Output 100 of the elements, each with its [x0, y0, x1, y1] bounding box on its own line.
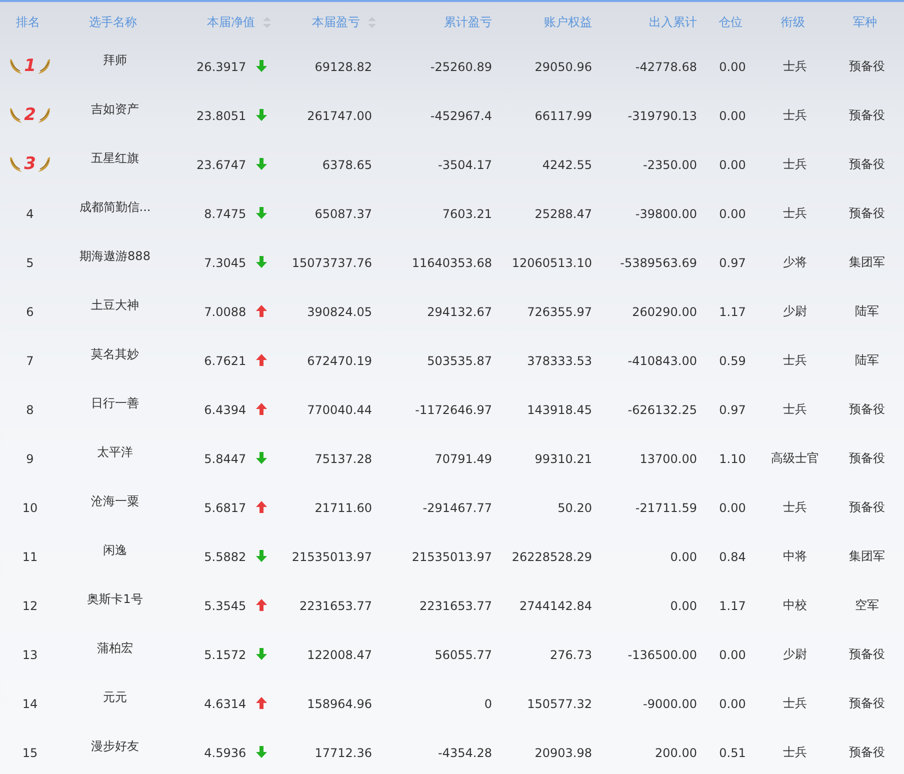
table-cell: 770040.44: [307, 402, 372, 416]
table-cell: 23.6747: [196, 158, 246, 172]
table-cell: 0.00: [719, 648, 746, 662]
table-cell: 少尉: [783, 304, 807, 318]
rank-number: 9: [26, 452, 34, 466]
sort-icon[interactable]: [263, 16, 271, 28]
table-cell: 65087.37: [314, 206, 372, 220]
player-name: 土豆大神: [91, 298, 139, 312]
table-cell: -410843.00: [628, 354, 697, 368]
table-cell: 99310.21: [534, 452, 592, 466]
table-cell: 士兵: [783, 500, 807, 514]
table-cell: 158964.96: [307, 696, 372, 710]
table-cell: 13700.00: [640, 452, 697, 466]
laurel-icon: [36, 154, 51, 172]
column-header: 仓位: [718, 14, 743, 28]
table-cell: 6.7621: [204, 354, 246, 368]
table-cell: 503535.87: [427, 354, 492, 368]
table-cell: 少将: [783, 255, 807, 269]
table-cell: 预备役: [849, 647, 885, 661]
table-cell: 空军: [855, 598, 879, 612]
rank-number: 12: [22, 598, 38, 612]
table-cell: -452967.4: [430, 108, 492, 122]
table-cell: 4.6314: [204, 696, 246, 710]
laurel-icon: [9, 154, 24, 172]
table-cell: 5.1572: [204, 648, 246, 662]
table-cell: 7.3045: [204, 256, 246, 270]
table-cell: 预备役: [849, 696, 885, 710]
table-cell: 17712.36: [314, 746, 372, 760]
table-cell: 陆军: [855, 353, 879, 367]
table-cell: 7.0088: [204, 304, 246, 318]
sort-icon[interactable]: [368, 16, 376, 28]
rank-number: 4: [26, 206, 34, 220]
rank-number: 5: [26, 256, 34, 270]
table-cell: -319790.13: [628, 108, 697, 122]
column-header: 累计盈亏: [444, 14, 492, 28]
column-header: 排名: [16, 14, 40, 28]
table-cell: 集团军: [849, 549, 885, 563]
table-cell: 26228528.29: [512, 550, 592, 564]
table-cell: -136500.00: [628, 648, 697, 662]
rank-number: 14: [22, 696, 38, 710]
table-cell: -42778.68: [635, 60, 697, 74]
table-cell: 4242.55: [542, 158, 592, 172]
table-cell: 0.00: [670, 598, 697, 612]
table-cell: 0.51: [719, 746, 746, 760]
table-cell: 士兵: [783, 402, 807, 416]
table-cell: 390824.05: [307, 304, 372, 318]
player-name: 吉如资产: [91, 102, 139, 116]
table-cell: -39800.00: [635, 206, 697, 220]
table-cell: 5.6817: [204, 500, 246, 514]
table-cell: 中校: [783, 598, 807, 612]
table-cell: -626132.25: [628, 402, 697, 416]
table-cell: 5.3545: [204, 598, 246, 612]
table-cell: 8.7475: [204, 206, 246, 220]
table-cell: -3504.17: [438, 158, 492, 172]
table-cell: 1.10: [719, 452, 746, 466]
table-cell: 15073737.76: [292, 256, 372, 270]
table-cell: 66117.99: [534, 108, 592, 122]
table-cell: 294132.67: [427, 304, 492, 318]
table-cell: 0.00: [719, 500, 746, 514]
table-cell: 士兵: [783, 108, 807, 122]
table-cell: 6378.65: [322, 158, 372, 172]
column-header: 军种: [853, 14, 878, 28]
player-name: 漫步好友: [91, 739, 139, 753]
column-header[interactable]: 本届净值: [207, 14, 256, 28]
table-cell: 士兵: [783, 353, 807, 367]
table-cell: 21535013.97: [412, 550, 492, 564]
table-cell: 143918.45: [527, 402, 592, 416]
table-cell: 0.97: [719, 402, 746, 416]
table-cell: 1.17: [719, 598, 746, 612]
table-cell: 2744142.84: [519, 598, 592, 612]
rank-number: 10: [22, 500, 38, 514]
table-cell: 276.73: [550, 648, 592, 662]
table-cell: -25260.89: [430, 60, 492, 74]
laurel-icon: [36, 106, 51, 124]
table-cell: -9000.00: [643, 696, 697, 710]
table-cell: 中将: [783, 549, 807, 563]
rank-number: 1: [24, 56, 36, 76]
table-cell: 高级士官: [771, 451, 819, 465]
player-name: 莫名其妙: [91, 347, 139, 361]
player-name: 太平洋: [97, 445, 133, 459]
table-cell: 56055.77: [434, 648, 492, 662]
table-cell: 29050.96: [534, 60, 592, 74]
table-cell: 5.8447: [204, 452, 246, 466]
table-cell: 11640353.68: [412, 256, 492, 270]
table-cell: 0.84: [719, 550, 746, 564]
column-header[interactable]: 本届盈亏: [312, 14, 360, 28]
table-cell: 0.59: [719, 354, 746, 368]
table-cell: 士兵: [783, 59, 807, 73]
rank-number: 7: [26, 354, 34, 368]
rank-number: 6: [26, 304, 34, 318]
table-cell: 122008.47: [307, 648, 372, 662]
player-name: 元元: [103, 690, 127, 704]
rank-number: 8: [26, 402, 34, 416]
table-cell: 25288.47: [534, 206, 592, 220]
column-header: 出入累计: [649, 14, 698, 28]
table-cell: 0.00: [719, 696, 746, 710]
table-cell: 726355.97: [527, 304, 592, 318]
table-cell: 陆军: [855, 304, 879, 318]
table-cell: 12060513.10: [512, 256, 592, 270]
player-name: 成都简勤信...: [79, 200, 151, 214]
